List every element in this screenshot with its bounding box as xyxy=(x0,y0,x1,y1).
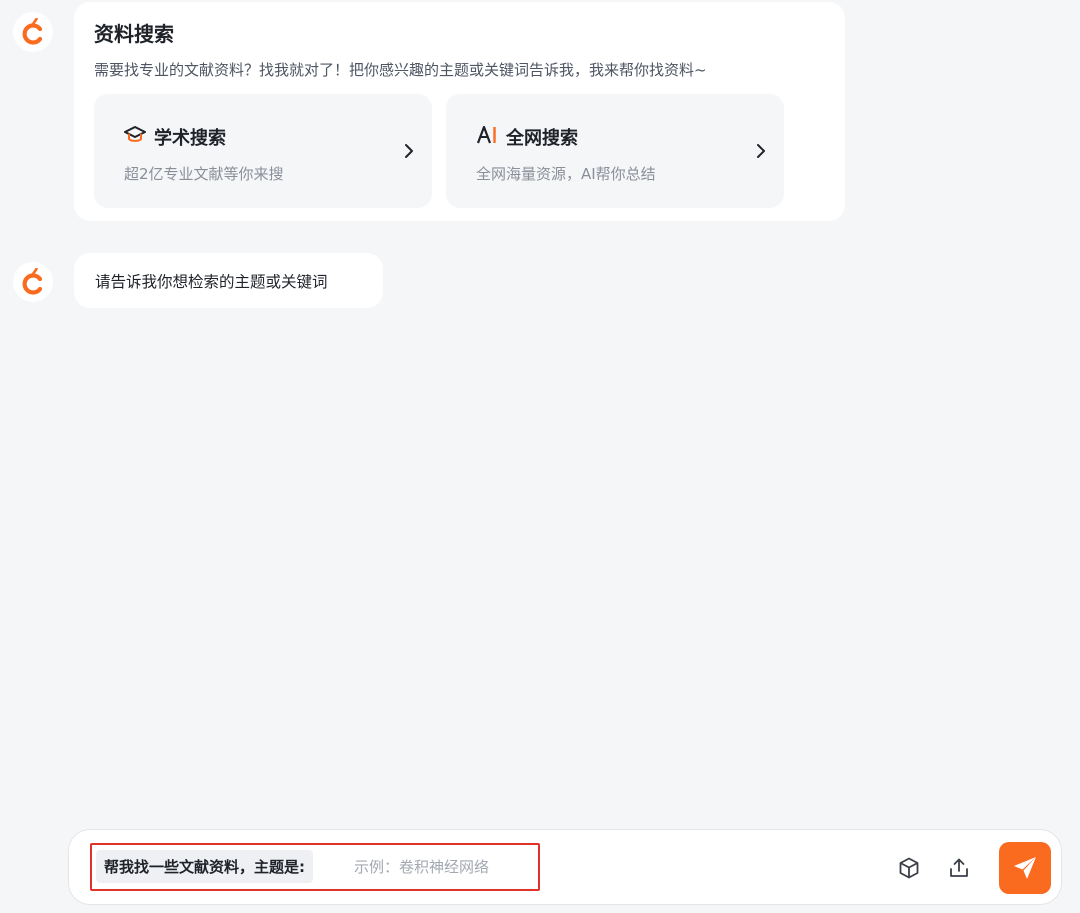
topic-input[interactable] xyxy=(354,850,534,883)
card-title: 资料搜索 xyxy=(94,22,174,46)
assistant-avatar xyxy=(13,12,53,52)
chevron-right-icon xyxy=(405,144,413,158)
message-text: 请告诉我你想检索的主题或关键词 xyxy=(95,273,328,291)
web-search-subtitle: 全网海量资源，AI帮你总结 xyxy=(476,165,656,183)
chat-page: 资料搜索 需要找专业的文献资料？找我就对了！把你感兴趣的主题或关键词告诉我，我来… xyxy=(0,0,1080,913)
send-icon xyxy=(1014,857,1036,879)
search-intro-card: 资料搜索 需要找专业的文献资料？找我就对了！把你感兴趣的主题或关键词告诉我，我来… xyxy=(74,2,845,221)
card-description: 需要找专业的文献资料？找我就对了！把你感兴趣的主题或关键词告诉我，我来帮你找资料… xyxy=(94,61,707,79)
chevron-right-icon xyxy=(757,144,765,158)
academic-search-title: 学术搜索 xyxy=(154,128,226,149)
upload-button[interactable] xyxy=(945,854,973,882)
assistant-message: 请告诉我你想检索的主题或关键词 xyxy=(74,253,383,308)
cube-icon xyxy=(899,857,919,879)
orange-c-logo-icon xyxy=(22,268,43,295)
assistant-avatar xyxy=(13,262,53,302)
academic-search-subtitle: 超2亿专业文献等你来搜 xyxy=(124,165,284,183)
prompt-prefix-chip: 帮我找一些文献资料，主题是: xyxy=(96,850,313,883)
message-composer: 帮我找一些文献资料，主题是: xyxy=(68,829,1062,905)
ai-icon xyxy=(476,124,498,146)
academic-search-option[interactable]: 学术搜索 超2亿专业文献等你来搜 xyxy=(94,94,432,208)
prompt-input-group: 帮我找一些文献资料，主题是: xyxy=(90,843,540,891)
upload-icon xyxy=(950,858,968,877)
cube-button[interactable] xyxy=(895,854,923,882)
graduation-cap-icon xyxy=(124,124,146,146)
send-button[interactable] xyxy=(999,842,1051,894)
orange-c-logo-icon xyxy=(22,18,43,45)
web-search-title: 全网搜索 xyxy=(506,128,578,149)
web-search-option[interactable]: 全网搜索 全网海量资源，AI帮你总结 xyxy=(446,94,784,208)
